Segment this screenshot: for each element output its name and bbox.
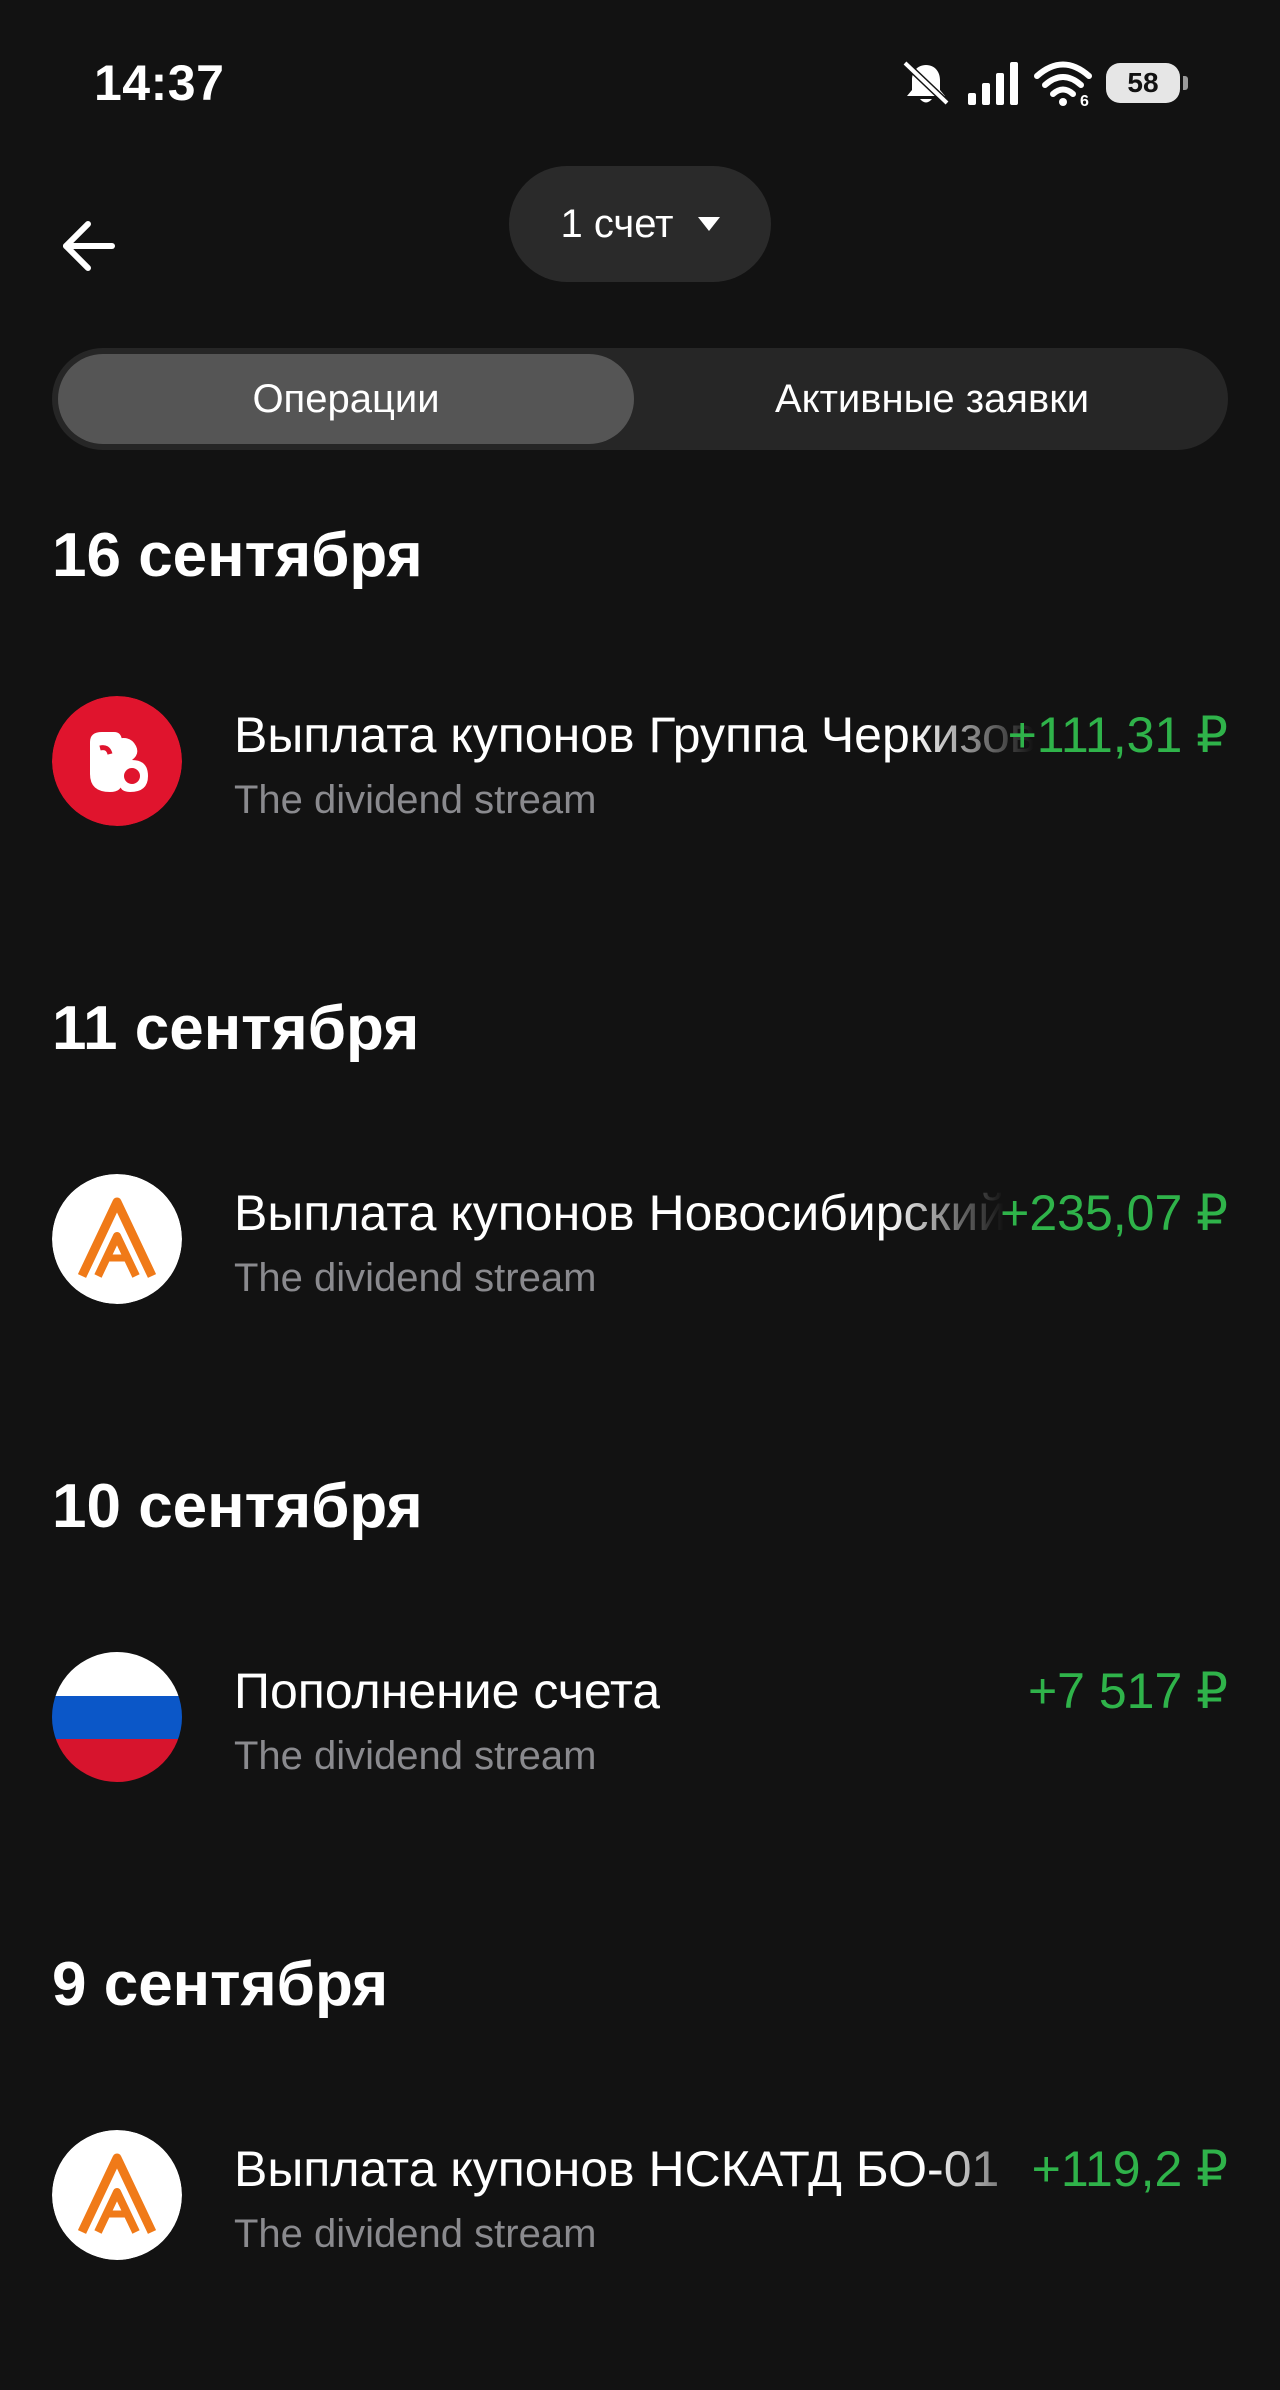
back-button[interactable]	[50, 210, 126, 286]
operation-subtitle: The dividend stream	[234, 1734, 597, 1778]
day-title: 11 сентября	[52, 994, 420, 1063]
nskatd-logo	[52, 1174, 182, 1304]
caret-down-icon	[697, 217, 720, 231]
day-title: 9 сентября	[52, 1950, 389, 2019]
russia-flag-icon	[52, 1652, 182, 1782]
operation-row[interactable]: Пополнение счета The dividend stream +7 …	[52, 1652, 1228, 1782]
mute-icon	[900, 59, 952, 107]
svg-text:6: 6	[1080, 93, 1089, 107]
operation-amount: +111,31 ₽	[1007, 707, 1228, 763]
operation-row[interactable]: Выплата купонов Новосибирский АТД The di…	[52, 1174, 1228, 1304]
operation-row[interactable]: Выплата купонов Группа Черкизово The div…	[52, 696, 1228, 826]
account-selector-button[interactable]: 1 счет	[509, 166, 771, 282]
operation-title: Выплата купонов НСКАТД БО-01	[234, 2141, 1000, 2197]
nskatd-logo	[52, 2130, 182, 2260]
cherkizovo-logo	[52, 696, 182, 826]
operation-subtitle: The dividend stream	[234, 1256, 597, 1300]
status-time: 14:37	[94, 55, 225, 111]
tab-operations[interactable]: Операции	[58, 354, 634, 444]
operation-title: Выплата купонов Группа Черкизово	[234, 707, 1034, 763]
battery-icon: 58	[1106, 63, 1188, 103]
operation-title: Выплата купонов Новосибирский АТД	[234, 1185, 1004, 1241]
signal-icon	[966, 59, 1020, 107]
arrow-left-icon	[58, 216, 118, 281]
status-bar: 14:37 6 58	[0, 0, 1280, 170]
operation-amount: +7 517 ₽	[1027, 1663, 1228, 1719]
operation-title: Пополнение счета	[234, 1663, 661, 1719]
tabs: Операции Активные заявки	[52, 348, 1228, 450]
operation-row[interactable]: Выплата купонов НСКАТД БО-01 The dividen…	[52, 2130, 1228, 2260]
day-title: 10 сентября	[52, 1472, 423, 1541]
status-icons: 6 58	[900, 58, 1188, 108]
operation-amount: +235,07 ₽	[1000, 1185, 1228, 1241]
account-selector-label: 1 счет	[560, 201, 674, 246]
operation-amount: +119,2 ₽	[1031, 2141, 1228, 2197]
day-title: 16 сентября	[52, 521, 423, 590]
tab-active-orders[interactable]: Активные заявки	[642, 354, 1222, 444]
operation-subtitle: The dividend stream	[234, 778, 597, 822]
wifi-icon: 6	[1034, 59, 1092, 107]
operation-subtitle: The dividend stream	[234, 2212, 597, 2256]
